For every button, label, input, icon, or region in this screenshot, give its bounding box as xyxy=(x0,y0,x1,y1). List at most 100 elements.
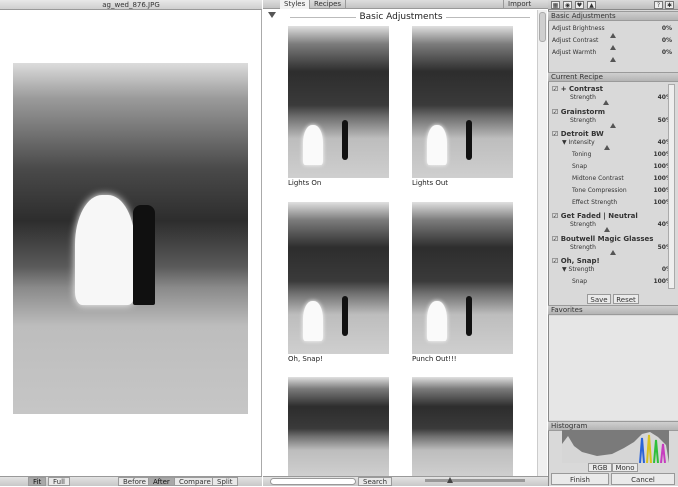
recipe-param: Toning 100% xyxy=(552,151,676,158)
recipe-name: Oh, Snap! xyxy=(560,257,600,265)
recipe-slider[interactable] xyxy=(610,123,616,128)
thumbnail-label: Oh, Snap! xyxy=(288,355,323,363)
param-label: Midtone Contrast xyxy=(572,175,624,182)
contrast-label: Adjust Contrast xyxy=(552,37,599,44)
recipe-name: Grainstorm xyxy=(560,108,606,116)
tab-recipes[interactable]: Recipes xyxy=(310,0,347,9)
thumbnail-5[interactable] xyxy=(288,377,389,476)
thumb-groom xyxy=(466,120,472,160)
grid-icon[interactable]: ▦ xyxy=(551,1,560,9)
param-label: Strength xyxy=(570,221,596,228)
thumbnail-size-knob[interactable] xyxy=(447,477,453,483)
groom-figure xyxy=(133,205,155,305)
collapse-triangle-icon[interactable] xyxy=(268,12,276,18)
brightness-value: 0% xyxy=(661,25,672,32)
thumbnail-size-slider[interactable] xyxy=(425,479,525,482)
warmth-slider[interactable] xyxy=(610,57,616,62)
thumb-bride xyxy=(303,301,323,341)
param-label: Strength xyxy=(570,244,596,251)
recipe-contrast[interactable]: ☑ + Contrast xyxy=(552,85,676,93)
param-label: Strength xyxy=(568,266,595,273)
group-title: Basic Adjustments xyxy=(356,10,446,24)
recipe-detroit-bw[interactable]: ☑ Detroit BW xyxy=(552,130,676,138)
recipe-slider[interactable] xyxy=(604,145,610,150)
bride-figure xyxy=(75,195,135,305)
thumb-bride xyxy=(427,301,447,341)
recipe-get-faded[interactable]: ☑ Get Faded | Neutral xyxy=(552,212,676,220)
recipe-name: + Contrast xyxy=(560,85,603,93)
settings-icon[interactable]: ✱ xyxy=(665,1,674,9)
mountain-icon[interactable]: ▲ xyxy=(587,1,596,9)
recipe-name: Get Faded | Neutral xyxy=(560,212,638,220)
recipe-name: Boutwell Magic Glasses xyxy=(560,235,654,243)
recipe-param: Midtone Contrast 100% xyxy=(552,175,676,182)
import-button[interactable]: Import xyxy=(503,0,535,9)
param-label: Tone Compression xyxy=(572,187,627,194)
favorites-area xyxy=(549,316,678,420)
recipe-slider[interactable] xyxy=(604,227,610,232)
recipe-param: Effect Strength 100% xyxy=(552,199,676,206)
recipe-param: Strength 40% xyxy=(552,221,676,228)
warmth-value: 0% xyxy=(661,49,672,56)
split-button[interactable]: Split xyxy=(212,477,238,486)
thumbnail-label: Punch Out!!! xyxy=(412,355,457,363)
brightness-label: Adjust Brightness xyxy=(552,25,605,32)
basic-adjustments-header[interactable]: Basic Adjustments xyxy=(548,11,678,21)
recipe-slider[interactable] xyxy=(603,100,609,105)
filename-title: ag_wed_876.JPG xyxy=(0,0,262,10)
thumbnail-6[interactable] xyxy=(412,377,513,476)
param-label: Snap xyxy=(572,278,588,285)
histogram-graph xyxy=(562,430,669,463)
param-label: Snap xyxy=(572,163,588,170)
param-label: Intensity xyxy=(568,139,595,146)
mono-toggle[interactable]: Mono xyxy=(612,463,638,472)
param-label: Strength xyxy=(570,117,596,124)
recipe-grainstorm[interactable]: ☑ Grainstorm xyxy=(552,108,676,116)
scrollbar-thumb[interactable] xyxy=(539,12,546,42)
thumb-groom xyxy=(342,296,348,336)
help-icon[interactable]: ? xyxy=(654,1,663,9)
contrast-value: 0% xyxy=(661,37,672,44)
recipe-boutwell[interactable]: ☑ Boutwell Magic Glasses xyxy=(552,235,676,243)
recipe-param: Tone Compression 100% xyxy=(552,187,676,194)
contrast-row: Adjust Contrast 0% xyxy=(552,37,676,44)
param-label: Toning xyxy=(572,151,592,158)
thumb-bride xyxy=(427,125,447,165)
tab-styles[interactable]: Styles xyxy=(280,0,311,9)
warmth-label: Adjust Warmth xyxy=(552,49,597,56)
recipe-param: ▼ Strength 0% xyxy=(562,266,672,273)
param-label: Effect Strength xyxy=(572,199,618,206)
reset-button[interactable]: Reset xyxy=(613,294,639,304)
recipe-oh-snap[interactable]: ☑ Oh, Snap! xyxy=(552,257,676,265)
param-label: Strength xyxy=(570,94,596,101)
thumb-groom xyxy=(466,296,472,336)
rgb-toggle[interactable]: RGB xyxy=(588,463,612,472)
save-button[interactable]: Save xyxy=(587,294,611,304)
before-button[interactable]: Before xyxy=(118,477,151,486)
recipe-param: Snap 100% xyxy=(552,278,676,285)
cancel-button[interactable]: Cancel xyxy=(611,473,675,485)
finish-button[interactable]: Finish xyxy=(551,473,609,485)
fit-button[interactable]: Fit xyxy=(28,477,47,486)
camera-icon[interactable]: ◉ xyxy=(563,1,572,9)
recipe-slider[interactable] xyxy=(610,250,616,255)
heart-icon[interactable]: ♥ xyxy=(575,1,584,9)
styles-scrollbar[interactable] xyxy=(537,10,547,476)
thumb-bride xyxy=(303,125,323,165)
thumbnail-label: Lights Out xyxy=(412,179,449,187)
warmth-row: Adjust Warmth 0% xyxy=(552,49,676,56)
recipe-param: ▼ Intensity 40% xyxy=(562,139,672,146)
search-input[interactable] xyxy=(270,478,356,485)
recipe-param: Strength 40% xyxy=(552,94,676,101)
recipe-scrollbar[interactable] xyxy=(668,84,675,289)
thumbnail-label: Lights On xyxy=(288,179,322,187)
favorites-header[interactable]: Favorites xyxy=(548,305,678,315)
compare-button[interactable]: Compare xyxy=(174,477,216,486)
after-button[interactable]: After xyxy=(148,477,175,486)
full-button[interactable]: Full xyxy=(48,477,70,486)
current-recipe-header[interactable]: Current Recipe xyxy=(548,72,678,82)
recipe-name: Detroit BW xyxy=(560,130,604,138)
search-button[interactable]: Search xyxy=(358,477,393,486)
brightness-row: Adjust Brightness 0% xyxy=(552,25,676,32)
thumb-groom xyxy=(342,120,348,160)
